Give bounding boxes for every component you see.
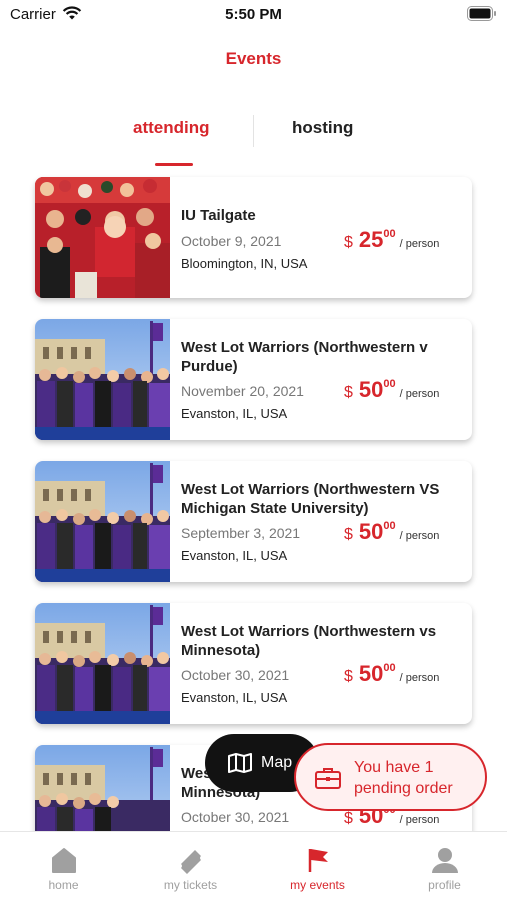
tabbar-label: profile <box>428 878 461 892</box>
tabbar-item-profile[interactable]: profile <box>381 832 507 900</box>
price-amount: 50 <box>358 519 384 544</box>
event-info: West Lot Warriors (Northwestern v Purdue… <box>181 319 472 440</box>
price-cents: 00 <box>383 662 396 674</box>
event-title: IU Tailgate <box>181 207 256 224</box>
pending-order-banner[interactable]: You have 1 pending order <box>294 743 487 811</box>
event-location: Evanston, IL, USA <box>181 548 288 563</box>
event-price: $5000/ person <box>344 519 439 545</box>
price-currency: $ <box>344 526 353 543</box>
event-title: West Lot Warriors (Northwestern vs Minne… <box>181 623 437 659</box>
event-date: October 30, 2021 <box>181 667 290 683</box>
event-info: West Lot Warriors (Northwestern vs Minne… <box>181 603 472 724</box>
briefcase-icon <box>315 768 341 789</box>
price-unit: / person <box>399 238 440 250</box>
event-image <box>35 603 170 724</box>
tabbar-item-home[interactable]: home <box>0 832 127 900</box>
price-unit: / person <box>399 388 440 400</box>
event-card[interactable]: IU Tailgate October 9, 2021 Bloomington,… <box>35 177 472 298</box>
event-info: West Lot Warriors (Northwestern VS Michi… <box>181 461 472 582</box>
event-date: October 9, 2021 <box>181 233 282 249</box>
price-cents: 00 <box>383 228 396 240</box>
event-image <box>35 177 170 298</box>
pending-order-text: You have 1 pending order <box>354 759 453 797</box>
price-amount: 25 <box>358 227 384 252</box>
flag-icon <box>308 849 328 872</box>
map-button-label: Map <box>261 754 293 771</box>
event-price: $5000/ person <box>344 377 439 403</box>
event-location: Evanston, IL, USA <box>181 690 288 705</box>
event-price: $2500/ person <box>344 227 439 253</box>
event-image <box>35 319 170 440</box>
active-tab-indicator <box>155 163 193 166</box>
tabbar-label: my events <box>290 878 345 892</box>
ticket-icon <box>180 850 201 874</box>
event-title: West Lot Warriors (Northwestern v Purdue… <box>181 339 428 375</box>
event-date: November 20, 2021 <box>181 383 304 399</box>
event-location: Evanston, IL, USA <box>181 406 288 421</box>
price-currency: $ <box>344 384 353 401</box>
price-cents: 00 <box>383 520 396 532</box>
price-unit: / person <box>399 530 440 542</box>
price-cents: 00 <box>383 378 396 390</box>
price-unit: / person <box>399 814 440 826</box>
event-title: West Lot Warriors (Northwestern VS Michi… <box>181 481 440 517</box>
event-card[interactable]: West Lot Warriors (Northwestern vs Minne… <box>35 603 472 724</box>
tab-attending[interactable]: attending <box>133 118 210 138</box>
tabbar-label: my tickets <box>163 878 218 892</box>
tab-hosting[interactable]: hosting <box>292 118 353 138</box>
event-location: Bloomington, IN, USA <box>181 256 308 271</box>
price-currency: $ <box>344 234 353 251</box>
event-date: September 3, 2021 <box>181 525 301 541</box>
tabbar-label: home <box>48 878 79 892</box>
event-image <box>35 461 170 582</box>
price-amount: 50 <box>358 661 384 686</box>
bottom-tab-bar: home my tickets my events profile <box>0 831 507 900</box>
price-currency: $ <box>344 668 353 685</box>
clock: 5:50 PM <box>225 6 282 23</box>
segment-tabs: attending hosting <box>0 112 507 172</box>
page-title: Events <box>225 49 282 68</box>
tabbar-item-my-tickets[interactable]: my tickets <box>127 832 254 900</box>
price-amount: 50 <box>358 377 384 402</box>
event-info: IU Tailgate October 9, 2021 Bloomington,… <box>181 177 472 298</box>
tab-divider <box>253 115 254 147</box>
event-price: $5000/ person <box>344 661 439 687</box>
status-bar: Carrier 5:50 PM <box>0 0 507 30</box>
price-unit: / person <box>399 672 440 684</box>
battery-icon <box>467 6 496 21</box>
price-currency: $ <box>344 810 353 827</box>
map-icon <box>228 753 252 773</box>
event-date: October 30, 2021 <box>181 809 290 825</box>
event-card[interactable]: West Lot Warriors (Northwestern v Purdue… <box>35 319 472 440</box>
person-icon <box>431 848 458 873</box>
event-card[interactable]: West Lot Warriors (Northwestern VS Michi… <box>35 461 472 582</box>
tabbar-item-my-events[interactable]: my events <box>254 832 381 900</box>
home-icon <box>51 848 76 873</box>
